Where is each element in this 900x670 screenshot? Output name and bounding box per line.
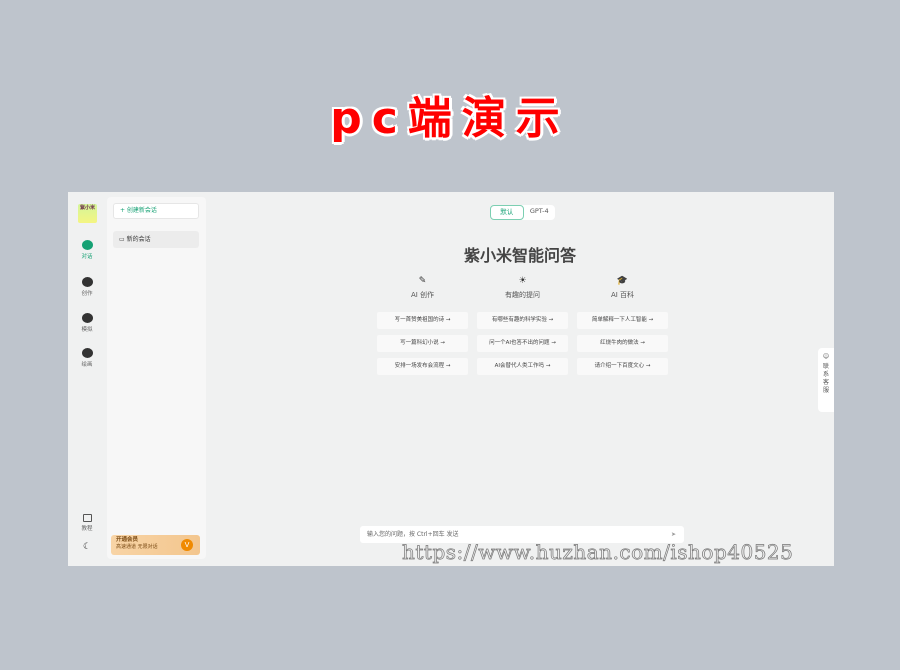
vip-banner[interactable]: 开通会员 高速通道 无限对话 V [111, 535, 200, 555]
logo: 紫小米 [78, 204, 97, 223]
prompt-button[interactable]: AI会替代人类工作吗 → [477, 358, 568, 375]
feather-icon: ✎ [418, 276, 427, 286]
input-placeholder: 输入您的问题，按 Ctrl+回车 发送 [367, 531, 459, 538]
contact-label: 联系客服 [822, 363, 829, 394]
column-heading: AI 创作 [410, 291, 435, 299]
vip-subtitle: 高速通道 无限对话 [116, 544, 158, 550]
rail-label: 教程 [81, 526, 93, 532]
palette-icon [81, 348, 93, 358]
prompt-button[interactable]: 安排一场发布会流程 → [377, 358, 468, 375]
chat-icon [81, 240, 93, 250]
main-panel: 默认 GPT-4 紫小米智能问答 ✎ AI 创作写一首赞美祖国的诗 → 写一篇科幻小… [206, 192, 834, 566]
app-window: 紫小米 对话 创作 模拟 绘画 教程 ☾ + 创建新会话 ▭ 新的会话 开通会员… [68, 192, 834, 566]
column-heading: AI 百科 [610, 291, 635, 299]
prompt-button[interactable]: 写一首赞美祖国的诗 → [377, 312, 468, 329]
prompt-button[interactable]: 问一个AI也答不出的问题 → [477, 335, 568, 352]
banner-title: pc端演示 [330, 93, 570, 144]
vip-title: 开通会员 [116, 537, 139, 543]
book-icon [82, 514, 92, 522]
prompt-button[interactable]: 写一篇科幻小说 → [377, 335, 468, 352]
rail-label: 对话 [81, 254, 93, 260]
feather-icon [81, 277, 93, 287]
prompt-button[interactable]: 请介绍一下百度文心 → [577, 358, 668, 375]
moon-icon[interactable]: ☾ [68, 542, 106, 552]
new-chat-button[interactable]: + 创建新会话 [113, 203, 199, 219]
column-heading: 有趣的提问 [505, 291, 540, 299]
rail-item-tutorial[interactable]: 教程 [68, 514, 106, 532]
rail-item-chat[interactable]: 对话 [68, 240, 106, 260]
conversation-item[interactable]: ▭ 新的会话 [113, 231, 199, 248]
support-icon: ☺ [822, 353, 830, 360]
rail-item-create[interactable]: 创作 [68, 277, 106, 297]
graduation-cap-icon: 🎓 [616, 276, 629, 286]
prompt-column: 🎓 AI 百科简单解释一下人工智能 → 红烧牛肉的做法 → 请介绍一下百度文心 → [577, 276, 668, 381]
prompt-button[interactable]: 红烧牛肉的做法 → [577, 335, 668, 352]
rail-label: 创作 [81, 291, 93, 297]
prompt-column: ✎ AI 创作写一首赞美祖国的诗 → 写一篇科幻小说 → 安排一场发布会流程 → [377, 276, 468, 381]
mode-gpt4[interactable]: GPT-4 [524, 205, 556, 220]
brain-icon [81, 313, 93, 323]
conversation-title: 新的会话 [126, 236, 151, 243]
prompt-button[interactable]: 有哪些有趣的科学实验 → [477, 312, 568, 329]
watermark: https://www.huzhan.com/ishop40525 [402, 540, 794, 565]
page-title: 紫小米智能问答 [463, 246, 576, 265]
nav-rail: 紫小米 对话 创作 模拟 绘画 教程 ☾ [68, 192, 106, 566]
contact-support-button[interactable]: ☺ 联系客服 [818, 348, 834, 412]
prompt-column: ☀ 有趣的提问有哪些有趣的科学实验 → 问一个AI也答不出的问题 → AI会替代人类工… [477, 276, 568, 381]
mode-default[interactable]: 默认 [490, 205, 524, 220]
bulb-icon: ☀ [518, 276, 527, 286]
conversation-sidebar: + 创建新会话 ▭ 新的会话 开通会员 高速通道 无限对话 V [107, 197, 206, 559]
message-icon: ▭ [119, 236, 127, 243]
rail-item-simulate[interactable]: 模拟 [68, 313, 106, 333]
model-toggle: 默认 GPT-4 [490, 205, 555, 220]
rail-label: 绘画 [81, 362, 93, 368]
rail-label: 模拟 [81, 327, 93, 333]
prompt-button[interactable]: 简单解释一下人工智能 → [577, 312, 668, 329]
vip-badge-icon: V [181, 539, 193, 551]
rail-item-draw[interactable]: 绘画 [68, 348, 106, 368]
